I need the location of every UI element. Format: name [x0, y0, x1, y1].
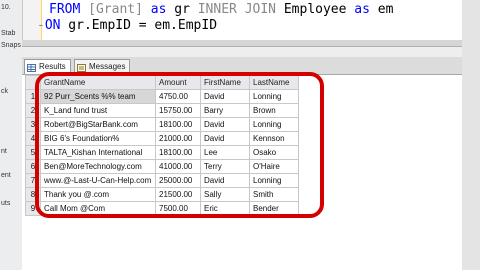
grantname-cell[interactable]: Thank you @.com — [40, 187, 156, 202]
amount-cell[interactable]: 4750.00 — [155, 89, 201, 104]
corner-cell[interactable] — [25, 75, 41, 90]
table-row[interactable]: 5 TALTA_Kishan International 18100.00 Le… — [25, 145, 299, 160]
keyword: ON — [44, 18, 61, 33]
row-number[interactable]: 5 — [25, 145, 41, 160]
grantname-cell[interactable]: Robert@BigStarBank.com — [40, 117, 156, 132]
table-row[interactable]: 6 Ben@MoreTechnology.com 41000.00 Terry … — [25, 159, 299, 174]
tab-results[interactable]: Results — [24, 59, 71, 74]
code-text: gr — [166, 2, 198, 17]
explorer-fragment: 10. — [1, 4, 11, 11]
tab-label: Messages — [89, 62, 126, 71]
grantname-cell[interactable]: TALTA_Kishan International — [40, 145, 156, 160]
column-header-lastname[interactable]: LastName — [249, 75, 299, 90]
explorer-fragment: uts — [1, 200, 11, 207]
header-row: GrantName Amount FirstName LastName — [25, 75, 299, 90]
amount-cell[interactable]: 25000.00 — [155, 173, 201, 188]
object-explorer-strip: 10. Stab Snaps ck nt ent uts — [0, 0, 23, 270]
amount-cell[interactable]: 21500.00 — [155, 187, 201, 202]
code-text: gr.EmpID = em.EmpID — [60, 18, 218, 33]
explorer-fragment: Stab — [1, 30, 16, 37]
code-text: em — [369, 2, 394, 17]
firstname-cell[interactable]: David — [200, 131, 250, 146]
tab-messages[interactable]: Messages — [74, 59, 131, 74]
row-number[interactable]: 1 — [25, 89, 41, 104]
table-row[interactable]: 8 Thank you @.com 21500.00 Sally Smith — [25, 187, 299, 202]
grantname-cell[interactable]: www.@-Last-U-Can-Help.com — [40, 173, 156, 188]
grid-icon — [27, 63, 36, 72]
row-number[interactable]: 6 — [25, 159, 41, 174]
amount-cell[interactable]: 7500.00 — [155, 201, 201, 216]
firstname-cell[interactable]: Barry — [200, 103, 250, 118]
lastname-cell[interactable]: Lonning — [249, 173, 299, 188]
lastname-cell[interactable]: Osako — [249, 145, 299, 160]
explorer-fragment: ent — [1, 172, 11, 179]
horizontal-scrollbar[interactable] — [22, 47, 462, 57]
table-row[interactable]: 3 Robert@BigStarBank.com 18100.00 David … — [25, 117, 299, 132]
result-tabbar: Results Messages — [22, 57, 462, 75]
lastname-cell[interactable]: Smith — [249, 187, 299, 202]
amount-cell[interactable]: 41000.00 — [155, 159, 201, 174]
code-line-1: FROM [Grant] as gr INNER JOIN Employee a… — [49, 2, 393, 17]
grantname-cell[interactable]: Ben@MoreTechnology.com — [40, 159, 156, 174]
grantname-cell[interactable]: 92 Purr_Scents %% team — [40, 89, 156, 104]
lastname-cell[interactable]: Bender — [249, 201, 299, 216]
firstname-cell[interactable]: Lee — [200, 145, 250, 160]
keyword: INNER JOIN — [197, 2, 277, 17]
explorer-fragment: ck — [1, 88, 8, 95]
row-number[interactable]: 8 — [25, 187, 41, 202]
table-row[interactable]: 7 www.@-Last-U-Can-Help.com 25000.00 Dav… — [25, 173, 299, 188]
grantname-cell[interactable]: K_Land fund trust — [40, 103, 156, 118]
table-row[interactable]: 1 92 Purr_Scents %% team 4750.00 David L… — [25, 89, 299, 104]
amount-cell[interactable]: 18100.00 — [155, 117, 201, 132]
code-line-2: -ON gr.EmpID = em.EmpID — [37, 18, 218, 33]
lastname-cell[interactable]: O'Haire — [249, 159, 299, 174]
column-header-grantname[interactable]: GrantName — [40, 75, 156, 90]
keyword: as — [354, 2, 370, 17]
firstname-cell[interactable]: David — [200, 173, 250, 188]
lastname-cell[interactable]: Lonning — [249, 89, 299, 104]
results-grid-area: GrantName Amount FirstName LastName 1 92… — [22, 72, 462, 270]
firstname-cell[interactable]: Terry — [200, 159, 250, 174]
right-background — [462, 0, 480, 270]
lastname-cell[interactable]: Lonning — [249, 117, 299, 132]
grantname-cell[interactable]: Call Mom @Com — [40, 201, 156, 216]
amount-cell[interactable]: 15750.00 — [155, 103, 201, 118]
code-text: [Grant] — [80, 2, 151, 17]
firstname-cell[interactable]: David — [200, 117, 250, 132]
keyword: as — [150, 2, 167, 17]
table-row[interactable]: 4 BIG 6's Foundation% 21000.00 David Ken… — [25, 131, 299, 146]
amount-cell[interactable]: 21000.00 — [155, 131, 201, 146]
messages-icon — [77, 63, 86, 72]
keyword: FROM — [49, 2, 81, 17]
firstname-cell[interactable]: David — [200, 89, 250, 104]
amount-cell[interactable]: 18100.00 — [155, 145, 201, 160]
grantname-cell[interactable]: BIG 6's Foundation% — [40, 131, 156, 146]
table-row[interactable]: 2 K_Land fund trust 15750.00 Barry Brown — [25, 103, 299, 118]
table-row[interactable]: 9 Call Mom @Com 7500.00 Eric Bender — [25, 201, 299, 216]
firstname-cell[interactable]: Sally — [200, 187, 250, 202]
tab-label: Results — [39, 62, 66, 71]
code-text: Employee — [276, 2, 355, 17]
lastname-cell[interactable]: Brown — [249, 103, 299, 118]
row-number[interactable]: 3 — [25, 117, 41, 132]
column-header-amount[interactable]: Amount — [155, 75, 201, 90]
row-number[interactable]: 4 — [25, 131, 41, 146]
row-number[interactable]: 2 — [25, 103, 41, 118]
explorer-fragment: Snaps — [1, 42, 21, 49]
row-number[interactable]: 7 — [25, 173, 41, 188]
row-number[interactable]: 9 — [25, 201, 41, 216]
pane-splitter[interactable] — [22, 40, 462, 47]
firstname-cell[interactable]: Eric — [200, 201, 250, 216]
lastname-cell[interactable]: Kennson — [249, 131, 299, 146]
column-header-firstname[interactable]: FirstName — [200, 75, 250, 90]
explorer-fragment: nt — [1, 148, 7, 155]
results-grid: GrantName Amount FirstName LastName 1 92… — [25, 75, 299, 216]
sql-editor[interactable]: FROM [Grant] as gr INNER JOIN Employee a… — [23, 0, 462, 40]
